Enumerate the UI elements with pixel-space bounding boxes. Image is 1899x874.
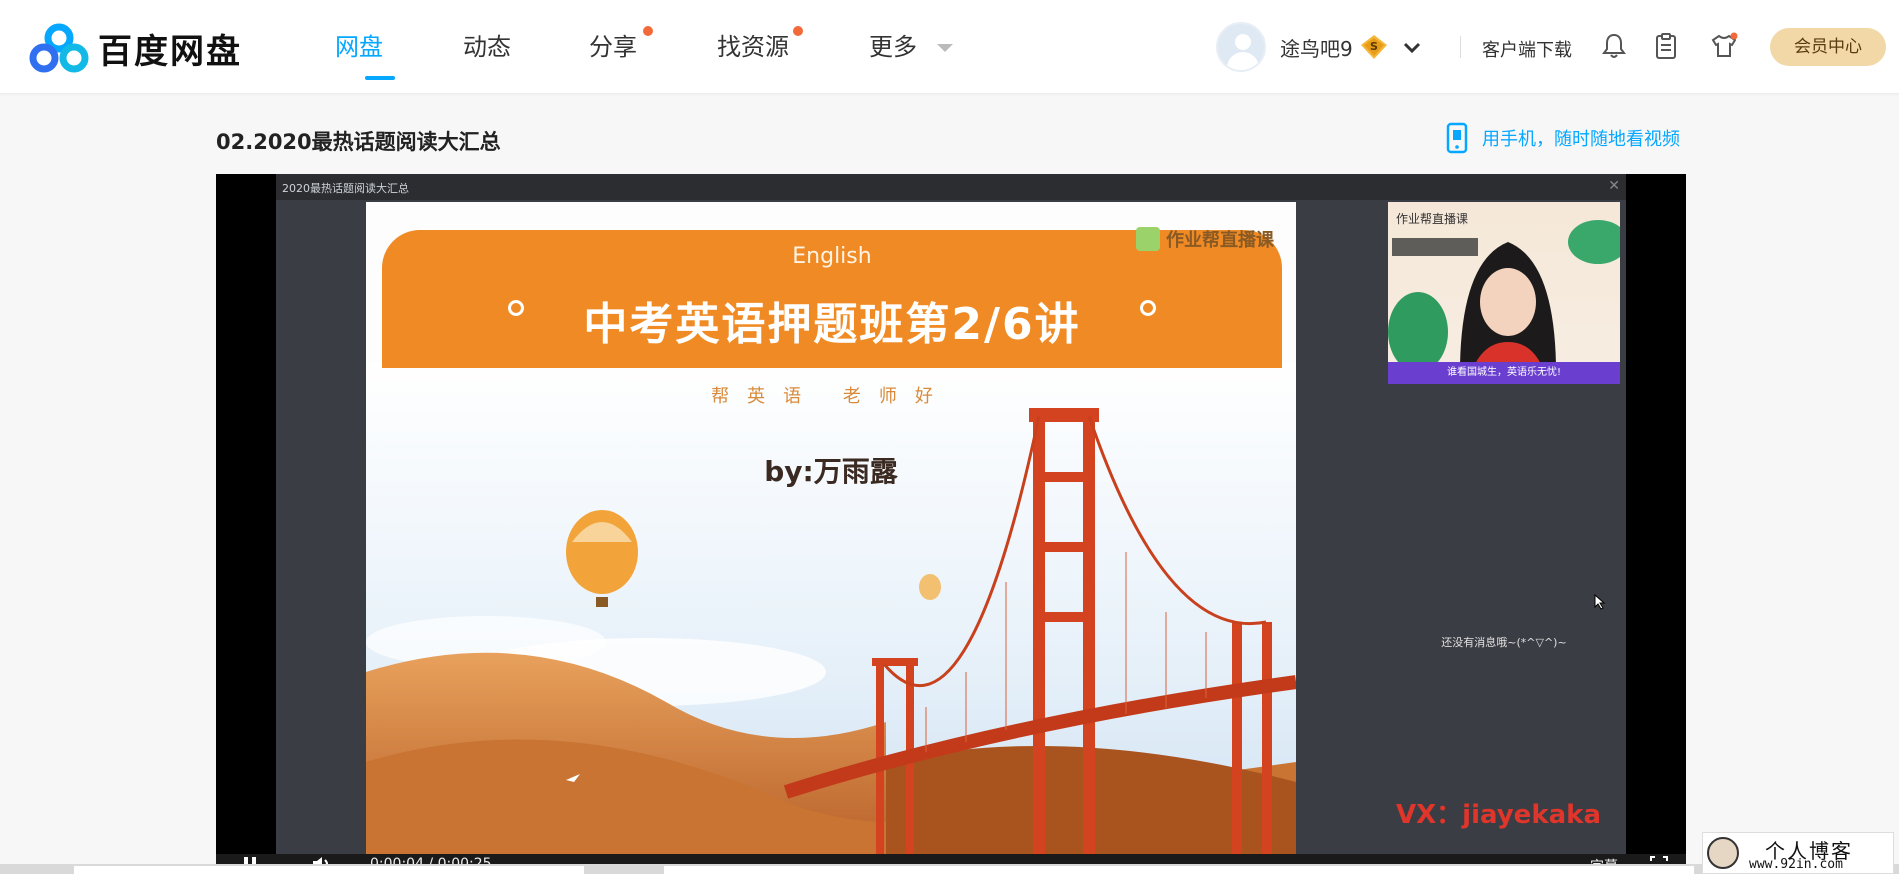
nav-item-netdisk[interactable]: 网盘 bbox=[335, 0, 425, 94]
divider bbox=[1460, 36, 1461, 58]
recorded-window: 2020最热话题阅读大汇总 ✕ English 中考英语押题班第2/6讲 作业帮… bbox=[276, 174, 1626, 854]
strip-segment bbox=[74, 866, 584, 874]
camera-strip-text: 谁看国城生，英语乐无忧! bbox=[1388, 362, 1620, 384]
camera-brand: 作业帮直播课 bbox=[1396, 212, 1469, 226]
teacher-illustration bbox=[1388, 220, 1620, 384]
phone-icon bbox=[1446, 122, 1468, 154]
chevron-down-icon[interactable] bbox=[1401, 36, 1423, 58]
nav-item-label: 更多 bbox=[869, 33, 917, 61]
clipboard-icon[interactable] bbox=[1652, 32, 1680, 60]
bell-icon[interactable] bbox=[1600, 32, 1628, 60]
main-nav: 网盘 动态 分享 找资源 更多 bbox=[335, 0, 989, 94]
recorded-window-titlebar: 2020最热话题阅读大汇总 ✕ bbox=[276, 174, 1626, 200]
chat-empty-message: 还没有消息哦~(*^▽^)~ bbox=[1441, 636, 1567, 649]
nav-item-activity[interactable]: 动态 bbox=[463, 0, 553, 94]
vx-watermark: VX：jiayekaka bbox=[1396, 800, 1601, 830]
member-center-button[interactable]: 会员中心 bbox=[1770, 28, 1886, 66]
zuoyebang-brand: 作业帮直播课 bbox=[1136, 226, 1274, 252]
slide-tagline: 帮英语 老师好 bbox=[711, 386, 951, 407]
vip-letter: S bbox=[1370, 40, 1378, 53]
top-header: 百度网盘 网盘 动态 分享 找资源 更多 途鸟吧9 S 客户端下载 会员中心 bbox=[0, 0, 1899, 94]
mouse-cursor-icon bbox=[1594, 594, 1606, 610]
baidu-netdisk-logo[interactable]: 百度网盘 bbox=[28, 22, 242, 74]
nav-item-label: 分享 bbox=[589, 33, 637, 61]
video-player[interactable]: 2020最热话题阅读大汇总 ✕ English 中考英语押题班第2/6讲 作业帮… bbox=[216, 174, 1686, 874]
ring-decoration bbox=[1140, 300, 1156, 316]
blog-avatar bbox=[1707, 837, 1739, 869]
vip-diamond-icon: S bbox=[1360, 35, 1387, 59]
recorded-window-title: 2020最热话题阅读大汇总 bbox=[282, 182, 409, 195]
zuoyebang-logo-icon bbox=[1136, 227, 1160, 251]
user-menu[interactable]: 途鸟吧9 S bbox=[1216, 22, 1423, 72]
notification-dot bbox=[793, 26, 803, 36]
slide-heading: 中考英语押题班第2/6讲 bbox=[583, 299, 1081, 350]
avatar[interactable] bbox=[1216, 22, 1266, 72]
close-icon: ✕ bbox=[1608, 178, 1620, 194]
logo-text: 百度网盘 bbox=[98, 31, 242, 72]
blog-badge: 个人博客 www.92in.com bbox=[1702, 832, 1894, 874]
client-download-link[interactable]: 客户端下载 bbox=[1482, 36, 1572, 62]
teacher-camera-feed: 作业帮直播课 谁看国城生，英语乐无忧! bbox=[1388, 202, 1620, 384]
watch-on-phone-link[interactable]: 用手机，随时随地看视频 bbox=[1446, 122, 1680, 154]
brand-text: 作业帮直播课 bbox=[1166, 230, 1274, 251]
caret-down-icon bbox=[936, 44, 953, 52]
nav-item-share[interactable]: 分享 bbox=[589, 0, 679, 94]
notification-dot bbox=[643, 26, 653, 36]
nav-item-label: 网盘 bbox=[335, 33, 383, 61]
cloud-logo-icon bbox=[29, 23, 89, 73]
nav-item-more[interactable]: 更多 bbox=[869, 0, 989, 94]
nav-item-label: 动态 bbox=[463, 33, 511, 61]
tshirt-icon[interactable] bbox=[1710, 32, 1738, 60]
bottom-scroll-strip bbox=[0, 864, 1899, 874]
blog-url: www.92in.com bbox=[1749, 857, 1843, 872]
username: 途鸟吧9 bbox=[1280, 36, 1353, 61]
lecture-slide: English 中考英语押题班第2/6讲 作业帮直播课 帮英语 老师好 by:万… bbox=[366, 202, 1296, 854]
nav-item-label: 找资源 bbox=[717, 33, 789, 61]
page-title: 02.2020最热话题阅读大汇总 bbox=[216, 130, 501, 154]
slide-byline: by:万雨露 bbox=[764, 455, 898, 488]
strip-segment bbox=[664, 866, 1694, 874]
nav-item-find-resources[interactable]: 找资源 bbox=[717, 0, 827, 94]
watch-on-phone-label: 用手机，随时随地看视频 bbox=[1482, 129, 1680, 150]
